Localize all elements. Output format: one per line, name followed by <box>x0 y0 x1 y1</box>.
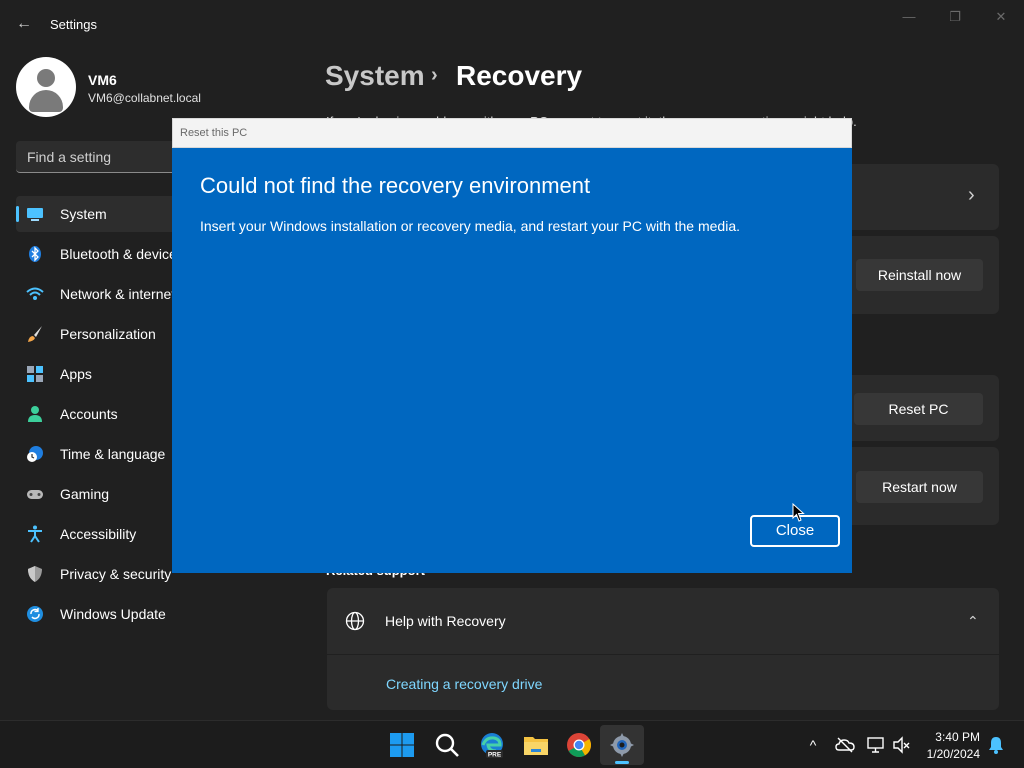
sidebar-item-windows-update[interactable]: Windows Update <box>16 596 216 632</box>
help-links-panel: Creating a recovery drive <box>327 655 999 710</box>
help-with-recovery-card[interactable]: Help with Recovery ⌃ <box>327 588 999 654</box>
edge-beta-icon[interactable]: PRE <box>478 731 506 759</box>
user-name: VM6 <box>88 72 117 88</box>
bluetooth-icon <box>29 246 41 262</box>
advanced-startup-card: Restart now <box>852 447 999 525</box>
sidebar-item-label: Accessibility <box>60 526 137 542</box>
restart-now-button[interactable]: Restart now <box>856 471 983 503</box>
brush-icon <box>28 326 42 342</box>
shield-icon <box>28 566 42 582</box>
chevron-up-icon[interactable]: ⌃ <box>967 613 979 630</box>
settings-gear-icon[interactable] <box>608 731 636 759</box>
clock-globe-icon <box>27 446 43 462</box>
sidebar-item-label: Windows Update <box>60 606 166 622</box>
sidebar-item-label: Gaming <box>60 486 110 502</box>
avatar-head-shape <box>37 69 55 87</box>
breadcrumb-chevron-icon: › <box>431 64 438 86</box>
update-icon <box>27 606 43 622</box>
dialog-title-bar: Reset this PC <box>172 118 852 148</box>
user-email: VM6@collabnet.local <box>88 91 201 105</box>
tray-overflow-chevron-icon[interactable]: ^ <box>803 735 823 755</box>
chrome-icon[interactable] <box>565 731 593 759</box>
file-explorer-icon[interactable] <box>522 731 550 759</box>
accessibility-icon <box>28 525 42 543</box>
app-title: Settings <box>50 17 97 32</box>
sidebar-item-label: Apps <box>60 366 92 382</box>
active-app-indicator <box>615 761 629 764</box>
windows-start-icon[interactable] <box>388 731 416 759</box>
dialog-heading: Could not find the recovery environment <box>200 173 591 198</box>
taskbar: PRE ^ 3:40 PM 1/20/2024 <box>0 720 1024 768</box>
sidebar-item-label: Bluetooth & devices <box>60 246 184 262</box>
close-window-icon[interactable]: ✕ <box>978 6 1024 28</box>
reset-pc-button[interactable]: Reset PC <box>854 393 983 425</box>
sidebar-item-label: Time & language <box>60 446 166 462</box>
avatar-body-shape <box>29 90 63 112</box>
chevron-right-icon: › <box>968 184 975 206</box>
edge-badge-label: PRE <box>488 752 502 759</box>
clock-date[interactable]: 1/20/2024 <box>922 747 980 761</box>
apps-icon <box>27 366 43 382</box>
breadcrumb-parent[interactable]: System <box>325 60 425 91</box>
person-icon <box>28 406 42 422</box>
recovery-drive-link[interactable]: Creating a recovery drive <box>386 676 542 692</box>
back-arrow-icon[interactable]: ← <box>14 14 34 34</box>
minimize-icon[interactable]: — <box>886 6 932 28</box>
breadcrumb: System › Recovery <box>325 60 582 92</box>
globe-icon <box>345 611 365 631</box>
dialog-title: Reset this PC <box>180 127 248 139</box>
reset-card: Reset PC <box>852 375 999 441</box>
notification-bell-icon[interactable] <box>986 735 1006 755</box>
sidebar-item-label: Personalization <box>60 326 156 342</box>
sidebar-item-label: Privacy & security <box>60 566 172 582</box>
wifi-icon <box>26 287 44 300</box>
reset-dialog: Reset this PC Could not find the recover… <box>172 118 852 573</box>
clock-time[interactable]: 3:40 PM <box>930 730 980 744</box>
search-icon[interactable] <box>433 731 461 759</box>
recovery-option-card[interactable]: › <box>852 164 999 230</box>
system-icon <box>27 208 43 221</box>
volume-muted-icon[interactable] <box>892 735 912 755</box>
dialog-message: Insert your Windows installation or reco… <box>200 218 741 234</box>
restore-icon[interactable]: ❐ <box>932 6 978 28</box>
sidebar-item-label: Accounts <box>60 406 118 422</box>
selected-indicator <box>16 206 19 222</box>
reinstall-card: Reinstall now <box>852 236 999 314</box>
gamepad-icon <box>27 490 43 499</box>
reinstall-now-button[interactable]: Reinstall now <box>856 259 983 291</box>
sidebar-item-label: System <box>60 206 107 222</box>
title-bar: ← Settings — ❐ ✕ <box>0 0 1024 48</box>
mouse-cursor-icon <box>792 503 805 522</box>
page-title: Recovery <box>456 60 583 91</box>
avatar[interactable] <box>16 57 76 117</box>
onedrive-offline-icon[interactable] <box>835 735 855 755</box>
sidebar-item-label: Network & internet <box>60 286 176 302</box>
help-label: Help with Recovery <box>385 613 506 629</box>
network-icon[interactable] <box>866 735 886 755</box>
